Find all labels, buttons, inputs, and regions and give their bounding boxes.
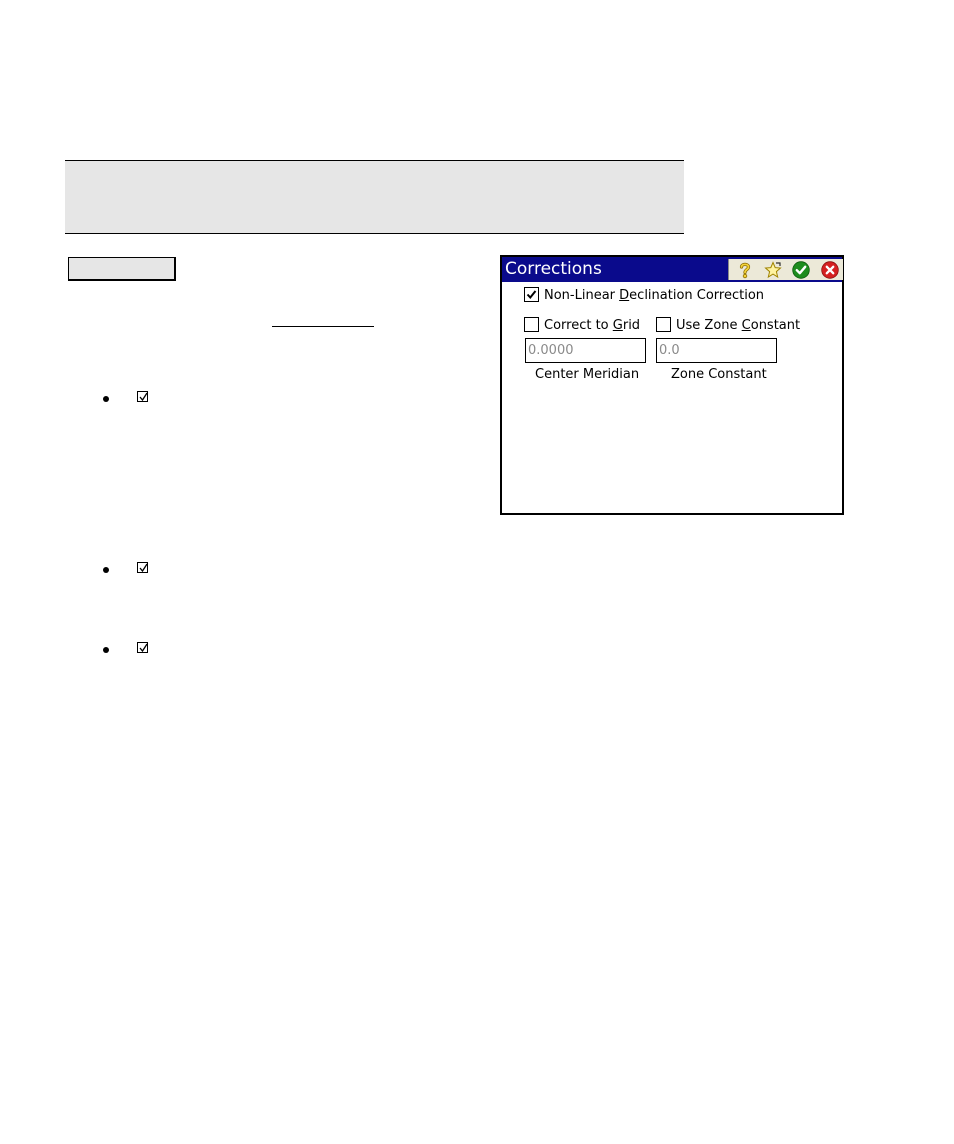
dialog-title: Corrections — [505, 259, 602, 279]
bullet-2 — [103, 567, 109, 573]
access-key: D — [619, 288, 630, 303]
checked-box-icon — [137, 642, 148, 653]
center-meridian-label: Center Meridian — [535, 367, 640, 382]
zone-constant-field[interactable]: 0.0 — [656, 338, 777, 363]
document-button[interactable] — [68, 257, 176, 281]
nonlinear-declination-label[interactable]: Non-Linear Declination Correction — [544, 288, 764, 303]
use-zone-constant-label[interactable]: Use Zone Constant — [676, 318, 800, 333]
titlebar-icon-group — [728, 259, 843, 280]
checked-box-icon — [137, 562, 148, 573]
bullet-3 — [103, 647, 109, 653]
nonlinear-declination-checkbox[interactable] — [524, 287, 539, 302]
label-part: rid — [622, 318, 641, 333]
zone-constant-label: Zone Constant — [671, 367, 767, 382]
ok-check-icon[interactable] — [792, 261, 810, 279]
correct-to-grid-label[interactable]: Correct to Grid — [544, 318, 640, 333]
close-icon[interactable] — [821, 261, 839, 279]
center-meridian-field[interactable]: 0.0000 — [525, 338, 646, 363]
favorite-star-icon[interactable] — [764, 261, 782, 279]
checked-box-icon — [137, 391, 148, 402]
bullet-1 — [103, 396, 109, 402]
label-part: Use Zone — [676, 318, 742, 333]
access-key: C — [741, 318, 751, 333]
label-part: onstant — [750, 318, 801, 333]
section-header-band — [65, 160, 684, 234]
use-zone-constant-checkbox[interactable] — [656, 317, 671, 332]
dialog-titlebar: Corrections — [502, 257, 843, 282]
access-key: G — [612, 318, 623, 333]
label-part: Correct to — [544, 318, 613, 333]
help-icon[interactable] — [736, 261, 754, 279]
label-part: Non-Linear — [544, 288, 620, 303]
correct-to-grid-checkbox[interactable] — [524, 317, 539, 332]
label-part: eclination Correction — [629, 288, 765, 303]
underlined-link[interactable] — [272, 326, 374, 327]
corrections-dialog: Corrections Non-Linear Declination Corre… — [500, 255, 844, 515]
